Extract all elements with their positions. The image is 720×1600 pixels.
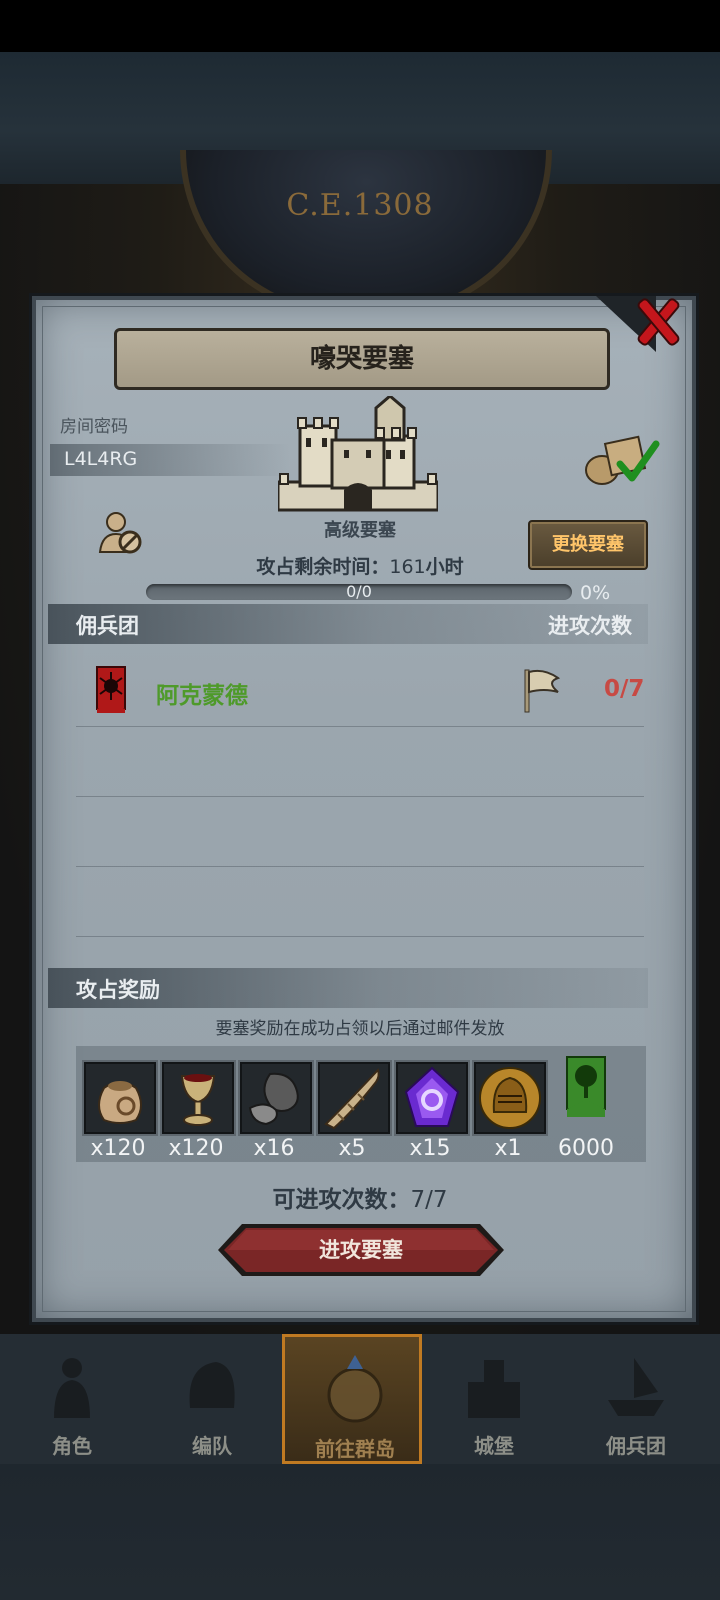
occupation-time-unit: 小时 (425, 556, 464, 578)
reward-slot[interactable] (316, 1060, 392, 1136)
nav-label: 编队 (192, 1434, 232, 1458)
occupation-time-row: 攻占剩余时间：161小时 (0, 552, 720, 579)
progress-percent: 0% (580, 582, 611, 604)
occupation-time-label: 攻占剩余时间： (256, 556, 390, 578)
attack-count-column-title: 进攻次数 (548, 614, 632, 638)
reward-section-title: 攻占奖励 (76, 978, 160, 1002)
bottom-background (0, 1464, 720, 1600)
attack-fortress-button-label: 进攻要塞 (319, 1238, 403, 1262)
list-divider (76, 936, 644, 937)
reward-quantity: x16 (253, 1136, 295, 1161)
progress-text: 0/0 (346, 582, 372, 601)
nav-label: 角色 (52, 1434, 92, 1458)
reward-slot[interactable] (566, 1056, 606, 1118)
nav-item-formation[interactable]: 编队 (142, 1334, 282, 1464)
era-year-label: C.E.1308 (286, 188, 434, 223)
list-divider (76, 726, 644, 727)
reward-quantity: x120 (168, 1136, 224, 1161)
nav-item-mercenary[interactable]: 佣兵团 (566, 1334, 706, 1464)
purple-gem-icon (404, 1066, 460, 1127)
attack-count-row: 可进攻次数：7/7 (0, 1180, 720, 1214)
sack-icon (98, 1081, 142, 1124)
mercenary-attack-count: 0/7 (604, 676, 645, 702)
list-divider (76, 866, 644, 867)
attack-count-label: 可进攻次数： (272, 1187, 411, 1213)
status-bar (0, 0, 720, 52)
ore-icon (248, 1072, 299, 1126)
horn-icon (324, 1068, 380, 1130)
reward-slot[interactable] (394, 1060, 470, 1136)
nav-label: 城堡 (474, 1434, 514, 1458)
nav-label: 佣兵团 (606, 1434, 666, 1458)
compass-icon (327, 1355, 383, 1423)
room-code-value: L4L4RG (64, 448, 138, 470)
room-code-label: 房间密码 (60, 417, 128, 437)
tree-banner-icon (566, 1056, 606, 1117)
reward-slot[interactable] (472, 1060, 548, 1136)
goblet-icon (180, 1074, 216, 1126)
nav-label: 前往群岛 (315, 1437, 395, 1461)
list-divider (76, 796, 644, 797)
reward-quantity: 6000 (558, 1136, 614, 1161)
reward-slot[interactable] (160, 1060, 236, 1136)
knight-icon (54, 1358, 90, 1418)
attack-flag-icon (524, 669, 560, 713)
dialog-title: 嚎哭要塞 (114, 328, 610, 390)
reward-note: 要塞奖励在成功占领以后通过邮件发放 (215, 1019, 505, 1039)
reward-quantity: x15 (409, 1136, 451, 1161)
reward-quantity: x5 (338, 1136, 366, 1161)
fortress-icon (278, 396, 438, 512)
reward-slot[interactable] (238, 1060, 314, 1136)
fortress-type-label: 高级要塞 (324, 520, 396, 541)
knight-helmet-icon (479, 1067, 541, 1129)
mercenary-banner-icon (96, 666, 126, 713)
helmet-icon (189, 1362, 235, 1408)
nav-item-character[interactable]: 角色 (2, 1334, 142, 1464)
nav-item-islands[interactable]: 前往群岛 (282, 1334, 422, 1464)
mercenary-name: 阿克蒙德 (156, 683, 248, 709)
close-icon[interactable] (630, 294, 686, 350)
reward-quantity: x120 (90, 1136, 146, 1161)
nav-item-castle[interactable]: 城堡 (424, 1334, 564, 1464)
ship-icon (608, 1358, 664, 1416)
castle-icon (468, 1360, 520, 1418)
mercenary-section-title: 佣兵团 (76, 614, 139, 638)
attack-count-value: 7/7 (410, 1187, 448, 1213)
reward-slot[interactable] (82, 1060, 158, 1136)
occupation-time-value: 161 (389, 556, 426, 578)
reward-quantity: x1 (494, 1136, 522, 1161)
user-blocked-icon[interactable] (98, 510, 144, 556)
supply-crate-check-icon[interactable] (584, 434, 660, 486)
